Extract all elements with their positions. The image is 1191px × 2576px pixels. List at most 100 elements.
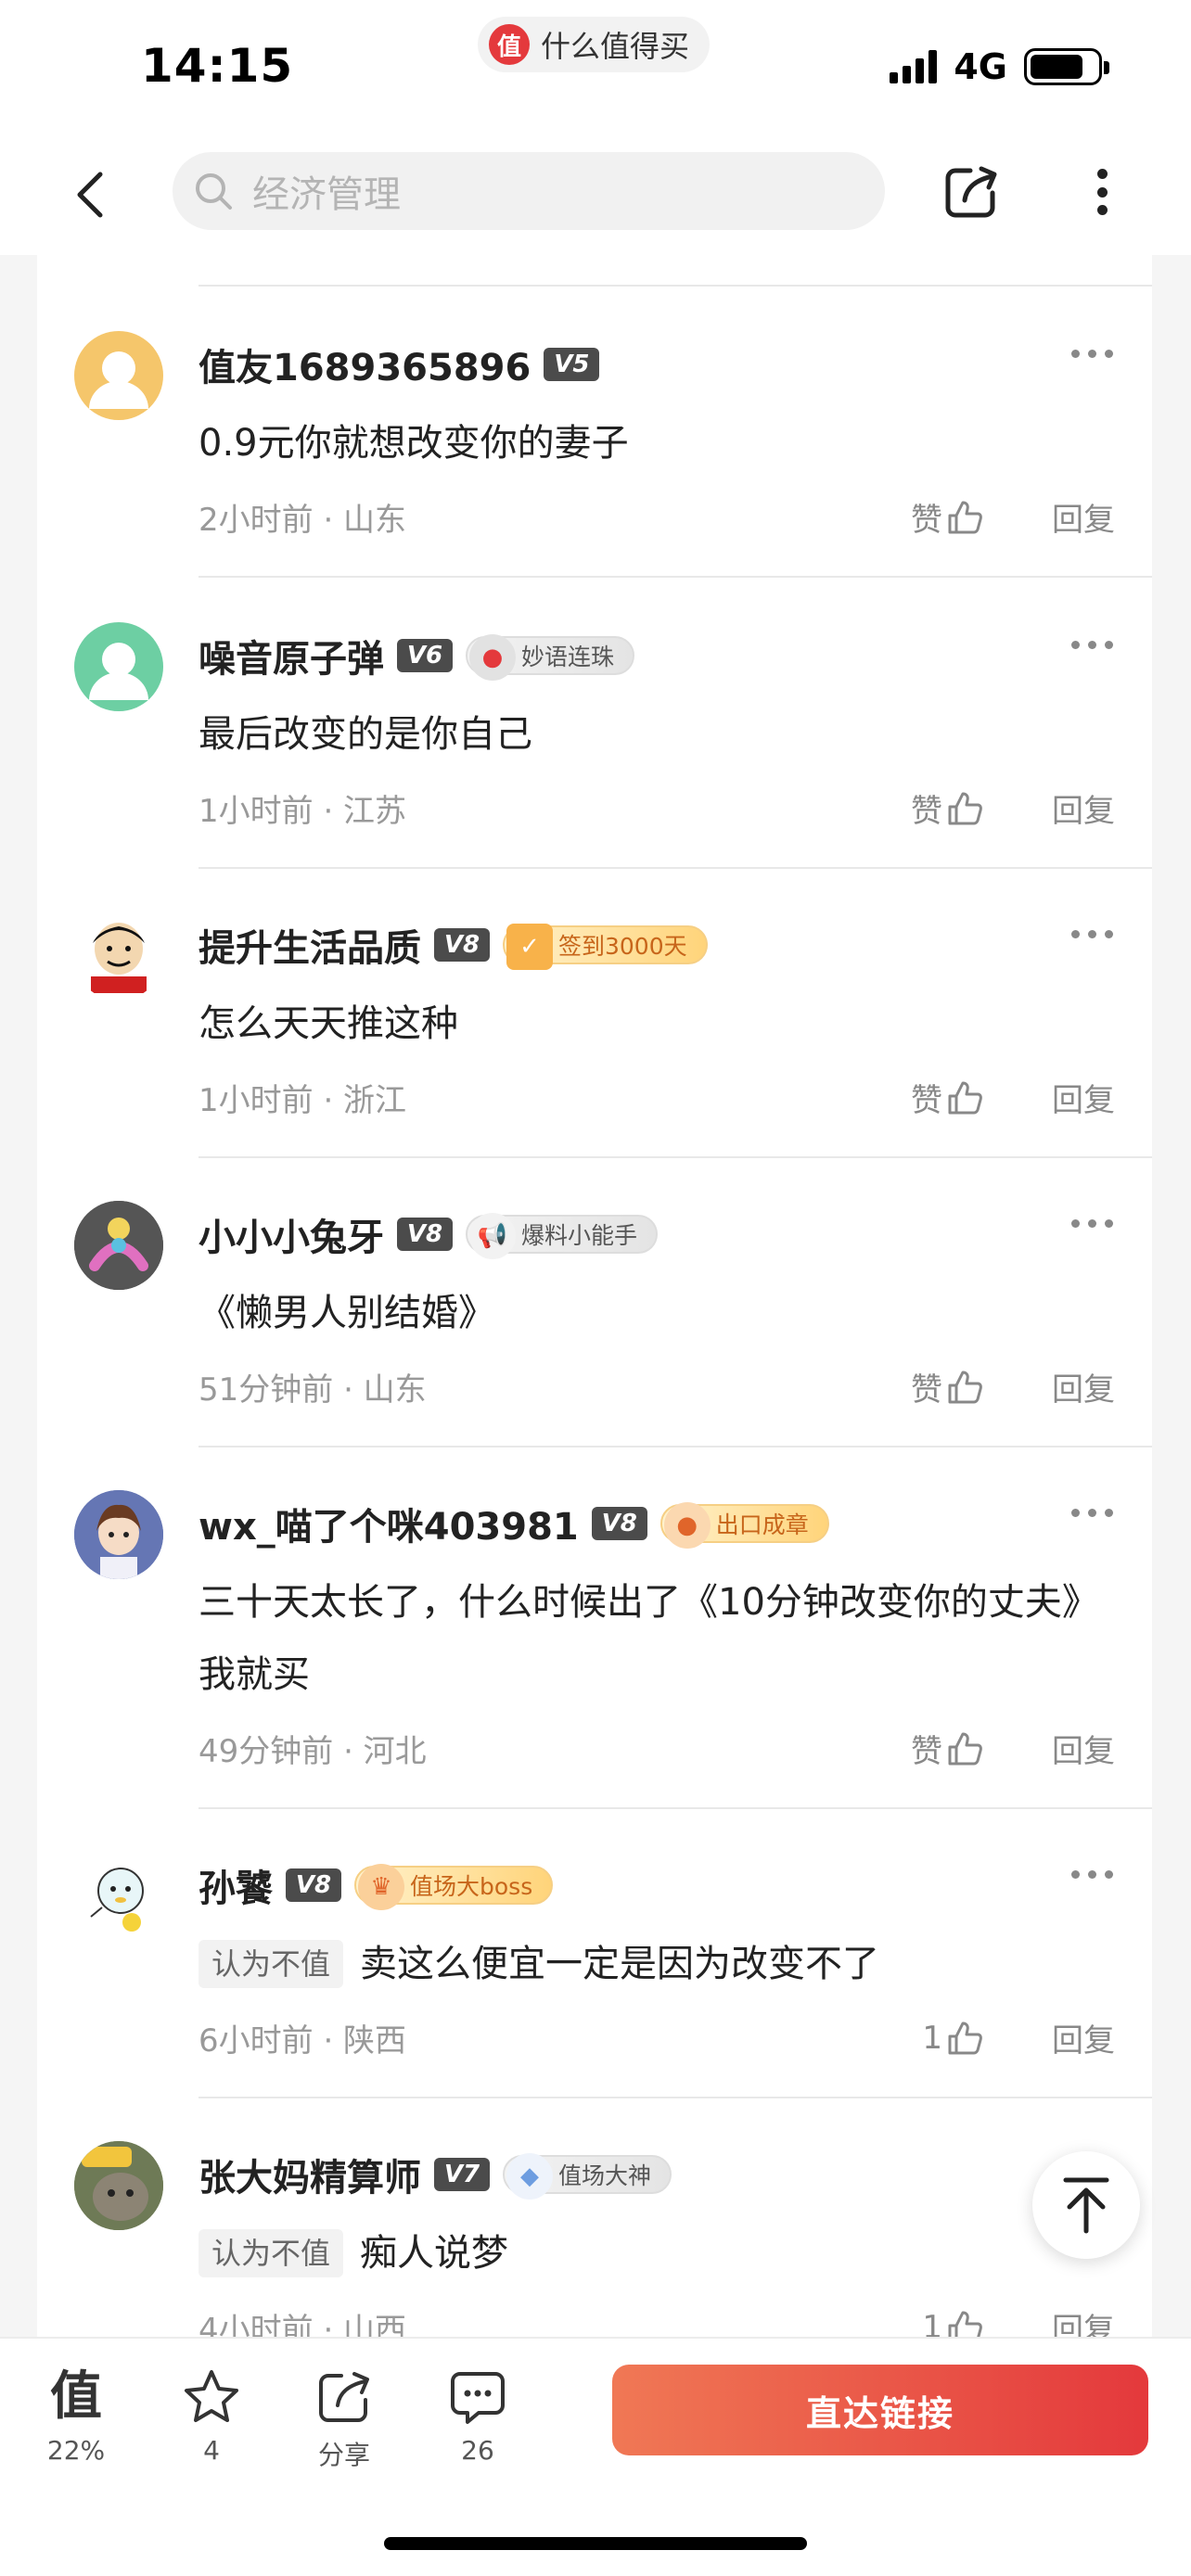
level-badge: V6	[397, 639, 453, 672]
like-count: 1	[922, 2019, 942, 2057]
reply-button[interactable]: 回复	[1052, 1075, 1115, 1120]
comment-meta: 6小时前 · 陕西	[198, 2022, 407, 2060]
comment-meta: 2小时前 · 山东	[198, 502, 407, 539]
comment-more-button[interactable]	[1071, 930, 1113, 938]
verdict-tag: 认为不值	[198, 2229, 344, 2277]
medal-badge[interactable]: ♛ 值场大boss	[354, 1864, 554, 1910]
comment-icon	[451, 2372, 505, 2424]
comment-body: 卖这么便宜一定是因为改变不了	[360, 1943, 880, 1985]
share-icon[interactable]	[942, 163, 1000, 221]
like-button[interactable]: 1	[922, 2308, 983, 2338]
reply-button[interactable]: 回复	[1052, 2304, 1115, 2337]
comment-more-button[interactable]	[1071, 350, 1113, 358]
thumbs-up-icon	[948, 501, 982, 533]
avatar[interactable]	[74, 1490, 163, 1579]
reply-button[interactable]: 回复	[1052, 2015, 1115, 2060]
reply-button[interactable]: 回复	[1052, 785, 1115, 831]
favorite-button[interactable]: 4	[160, 2366, 263, 2466]
avatar[interactable]	[74, 331, 163, 420]
level-badge: V5	[544, 348, 600, 381]
comment-list: 值友1689365896 V5 0.9元你就想改变你的妻子 2小时前 · 山东 …	[37, 255, 1152, 2337]
like-button[interactable]: 赞	[911, 1726, 983, 1771]
nav-bar: 经济管理	[0, 139, 1191, 255]
like-button[interactable]: 赞	[911, 1075, 983, 1120]
medal-badge[interactable]: ✓ 签到3000天	[503, 924, 708, 970]
avatar[interactable]	[74, 1852, 163, 1941]
comment-text: 0.9元你就想改变你的妻子	[198, 422, 629, 465]
medal-icon: ●	[469, 634, 516, 681]
home-indicator[interactable]	[384, 2537, 807, 2550]
comment-more-button[interactable]	[1071, 1509, 1113, 1517]
more-menu-button[interactable]	[1083, 163, 1121, 221]
status-indicators: 4G	[890, 46, 1109, 87]
comment-actions: 赞 回复	[911, 1726, 1115, 1771]
direct-link-button[interactable]: 直达链接	[612, 2365, 1148, 2455]
diamond-icon: ◆	[506, 2153, 553, 2200]
comment-actions: 赞 回复	[911, 785, 1115, 831]
medal-badge[interactable]: ● 妙语连珠	[466, 634, 635, 681]
avatar[interactable]	[74, 2141, 163, 2230]
username[interactable]: 张大妈精算师	[198, 2148, 421, 2201]
share-button[interactable]: 分享	[293, 2366, 395, 2472]
reply-button[interactable]: 回复	[1052, 494, 1115, 540]
reply-button[interactable]: 回复	[1052, 1726, 1115, 1771]
comment-more-button[interactable]	[1071, 1870, 1113, 1879]
share-label: 分享	[317, 2440, 370, 2470]
username[interactable]: 提升生活品质	[198, 918, 421, 972]
thumbs-up-icon	[948, 1732, 982, 1765]
comment-count: 26	[461, 2435, 494, 2466]
medal-label: 爆料小能手	[521, 1222, 638, 1249]
comment-meta: 1小时前 · 浙江	[198, 1082, 407, 1119]
comment-header: 孙饕 V8 ♛ 值场大boss	[198, 1858, 554, 1912]
username[interactable]: wx_喵了个咪403981	[198, 1497, 579, 1550]
calendar-check-icon: ✓	[506, 924, 553, 970]
search-input[interactable]: 经济管理	[173, 152, 885, 230]
medal-badge[interactable]: ◆ 值场大神	[503, 2153, 672, 2200]
divider	[198, 1807, 1152, 1809]
like-count: 1	[922, 2308, 942, 2338]
divider	[198, 576, 1152, 578]
battery-icon	[1024, 48, 1109, 85]
app-badge[interactable]: 值 什么值得买	[478, 17, 711, 72]
comment-header: 提升生活品质 V8 ✓ 签到3000天	[198, 919, 708, 971]
like-button[interactable]: 赞	[911, 785, 983, 831]
comment-actions: 赞 回复	[911, 1075, 1115, 1120]
back-button[interactable]	[63, 167, 119, 223]
comment-header: 噪音原子弹 V6 ● 妙语连珠	[198, 629, 635, 682]
back-to-top-button[interactable]	[1032, 2151, 1140, 2259]
avatar[interactable]	[74, 1201, 163, 1290]
username[interactable]: 噪音原子弹	[198, 629, 384, 682]
comment-header: wx_喵了个咪403981 V8 ● 出口成章	[198, 1498, 829, 1549]
divider	[198, 285, 1152, 287]
comment-text: 《懒男人别结婚》	[198, 1292, 495, 1334]
zhi-icon: 值	[50, 2366, 102, 2427]
crown-icon: ♛	[358, 1864, 404, 1910]
worth-button[interactable]: 值 22%	[25, 2366, 127, 2467]
username[interactable]: 值友1689365896	[198, 338, 531, 391]
avatar[interactable]	[74, 622, 163, 711]
comment-button[interactable]: 26	[427, 2366, 529, 2466]
app-logo-icon: 值	[489, 24, 530, 65]
username[interactable]: 小小小兔牙	[198, 1207, 384, 1261]
medal-label: 妙语连珠	[521, 644, 615, 670]
megaphone-icon: 📢	[469, 1213, 516, 1259]
avatar[interactable]	[74, 912, 163, 1001]
medal-badge[interactable]: 📢 爆料小能手	[466, 1213, 659, 1259]
level-badge: V8	[286, 1868, 341, 1902]
divider	[198, 1446, 1152, 1447]
username[interactable]: 孙饕	[198, 1858, 273, 1912]
reply-button[interactable]: 回复	[1052, 1364, 1115, 1409]
arrow-up-icon	[1063, 2177, 1109, 2234]
like-label: 赞	[911, 1082, 942, 1119]
like-button[interactable]: 赞	[911, 1364, 983, 1409]
thumbs-up-icon	[948, 2311, 982, 2337]
like-button[interactable]: 1	[922, 2020, 983, 2057]
medal-badge[interactable]: ● 出口成章	[660, 1502, 829, 1549]
like-button[interactable]: 赞	[911, 494, 983, 540]
comment-more-button[interactable]	[1071, 641, 1113, 649]
comment-more-button[interactable]	[1071, 1219, 1113, 1228]
comment-meta: 49分钟前 · 河北	[198, 1733, 427, 1770]
star-icon	[185, 2370, 238, 2422]
network-type: 4G	[954, 46, 1007, 87]
level-badge: V8	[397, 1218, 453, 1251]
